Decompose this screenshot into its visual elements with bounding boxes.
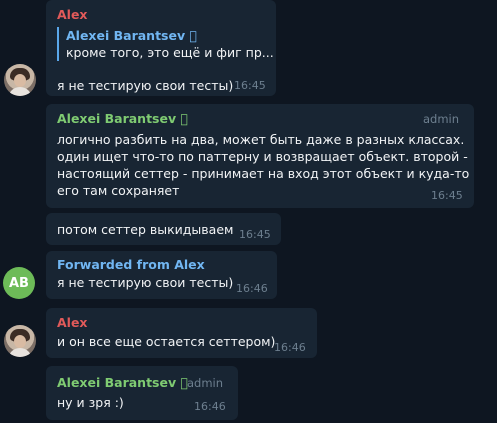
- quote-text: кроме того, это ещё и фиг пр...: [66, 45, 274, 60]
- message-author[interactable]: Alex: [57, 7, 88, 22]
- avatar-ab[interactable]: AB: [3, 267, 35, 299]
- message-bubble-4[interactable]: Forwarded from Alex я не тестирую свои т…: [46, 251, 277, 299]
- reply-quote[interactable]: Alexei Barantsev   кроме того, это ещё и…: [57, 27, 274, 61]
- avatar-alex[interactable]: [4, 325, 36, 357]
- message-author[interactable]: Alexei Barantsev  : [57, 375, 188, 390]
- quote-author: Alexei Barantsev  : [66, 28, 197, 43]
- message-bubble-6[interactable]: Alexei Barantsev   admin ну и зря :) 16:…: [46, 366, 238, 420]
- message-time: 16:45: [239, 228, 271, 241]
- message-text: и он все еще остается сеттером): [57, 334, 276, 349]
- message-time: 16:46: [236, 282, 268, 295]
- forwarded-header[interactable]: Forwarded from Alex: [57, 257, 205, 272]
- message-text: ну и зря :): [57, 395, 124, 410]
- message-line-2: один ищет что-то по паттерну и возвращае…: [57, 149, 468, 164]
- message-time: 16:46: [194, 400, 226, 413]
- message-time: 16:45: [234, 79, 266, 92]
- message-bubble-3[interactable]: потом сеттер выкидываем 16:45: [46, 213, 281, 245]
- admin-badge: admin: [423, 112, 460, 126]
- message-time: 16:45: [431, 189, 463, 202]
- admin-badge: admin: [187, 376, 224, 390]
- message-time: 16:46: [274, 341, 306, 354]
- message-bubble-2[interactable]: Alexei Barantsev   admin логично разбить…: [46, 104, 474, 208]
- message-line-3: настоящий сеттер - принимает на вход это…: [57, 166, 470, 181]
- message-author[interactable]: Alexei Barantsev  : [57, 111, 188, 126]
- message-text: я не тестирую свои тесты): [57, 275, 234, 290]
- message-line-4: его там сохраняет: [57, 183, 180, 198]
- message-bubble-5[interactable]: Alex и он все еще остается сеттером) 16:…: [46, 308, 317, 358]
- message-line-1: логично разбить на два, может быть даже …: [57, 132, 465, 147]
- message-bubble-1[interactable]: Alex Alexei Barantsev   кроме того, это …: [46, 0, 276, 96]
- message-text: я не тестирую свои тесты): [57, 78, 234, 93]
- message-author[interactable]: Alex: [57, 315, 88, 330]
- message-text: потом сеттер выкидываем: [57, 222, 234, 237]
- avatar-alex[interactable]: [4, 64, 36, 96]
